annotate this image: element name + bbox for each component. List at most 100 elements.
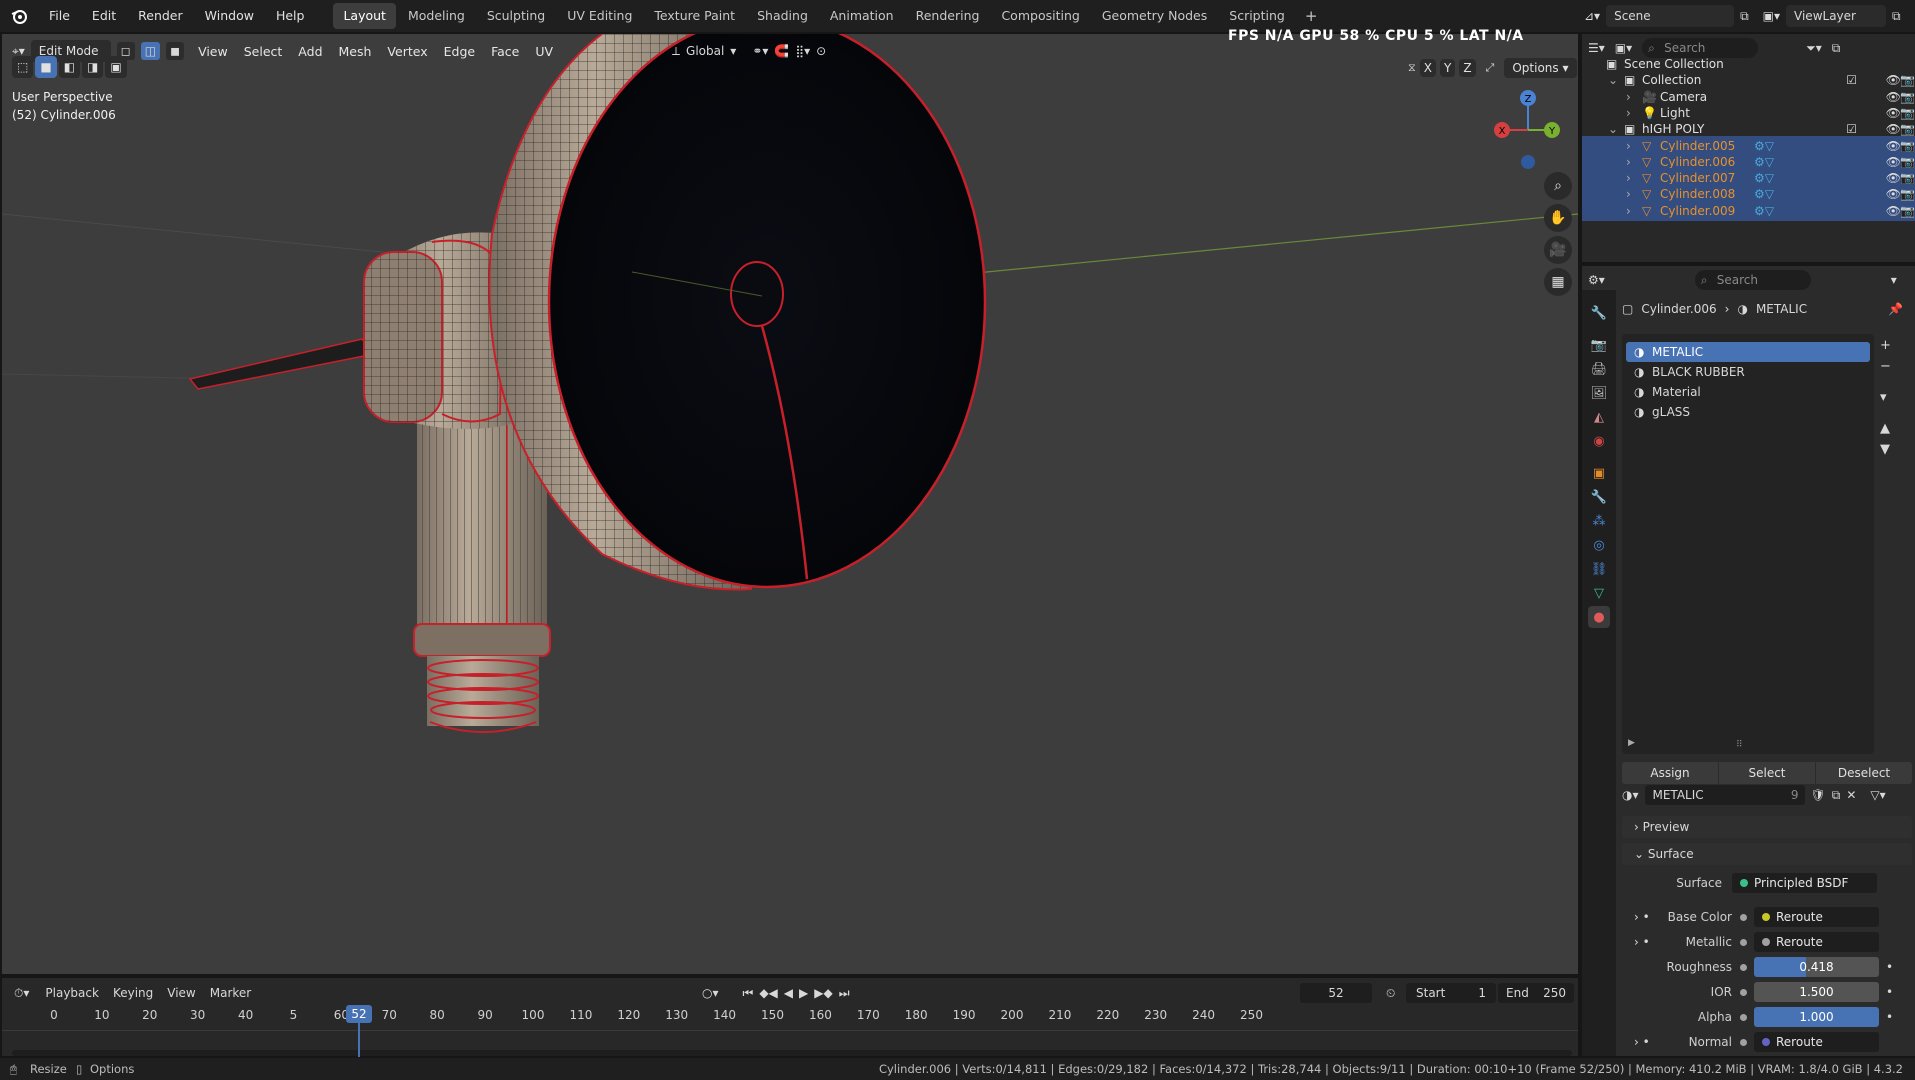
workspace-tab-modeling[interactable]: Modeling bbox=[398, 3, 475, 29]
keyframe-dot-icon[interactable]: • bbox=[1886, 981, 1893, 1003]
shader-input-field[interactable]: 1.000 bbox=[1754, 1007, 1879, 1027]
orientation-label[interactable]: Global bbox=[686, 44, 724, 58]
link-mode-icon[interactable]: ▽▾ bbox=[1870, 788, 1885, 802]
surface-panel-header[interactable]: ⌄ Surface bbox=[1622, 843, 1912, 865]
fake-user-icon[interactable]: 🛡 bbox=[1811, 788, 1826, 802]
face-select-icon[interactable]: ◼ bbox=[166, 42, 185, 60]
blender-logo-icon[interactable] bbox=[8, 5, 30, 27]
view-layer-tab-icon[interactable]: 🖼 bbox=[1588, 382, 1610, 404]
end-frame-field[interactable]: End 250 bbox=[1498, 983, 1574, 1003]
move-down-icon[interactable]: ▼ bbox=[1880, 442, 1891, 457]
tool-tab-icon[interactable]: 🔧 bbox=[1588, 302, 1610, 324]
mirror-icon[interactable]: ⧖ bbox=[1408, 61, 1416, 75]
menu-file[interactable]: File bbox=[38, 2, 81, 30]
viewport-menu-face[interactable]: Face bbox=[483, 44, 527, 59]
zoom-icon[interactable]: ⌕ bbox=[1544, 172, 1572, 200]
workspace-tab-uv-editing[interactable]: UV Editing bbox=[557, 3, 642, 29]
particles-tab-icon[interactable]: ⁂ bbox=[1588, 510, 1610, 532]
options-chevron-icon[interactable]: ▾ bbox=[1891, 273, 1897, 287]
select-button[interactable]: Select bbox=[1719, 762, 1815, 784]
shader-input-field[interactable]: Reroute bbox=[1754, 1032, 1879, 1052]
mirror-z[interactable]: Z bbox=[1459, 59, 1476, 77]
shader-input-field[interactable]: 1.500 bbox=[1754, 982, 1879, 1002]
snap-grid-icon[interactable]: ⣿▾ bbox=[795, 44, 810, 58]
ortho-grid-icon[interactable]: ▦ bbox=[1544, 268, 1572, 296]
material-browse-icon[interactable]: ◑▾ bbox=[1622, 788, 1639, 802]
auto-merge-icon[interactable]: ⤢ bbox=[1486, 61, 1495, 75]
select-subtract-icon[interactable]: ◨ bbox=[82, 56, 104, 78]
camera-render-icon[interactable]: 📷 bbox=[1900, 201, 1915, 221]
physics-tab-icon[interactable]: ◎ bbox=[1588, 534, 1610, 556]
modifier-tab-icon[interactable]: 🔧 bbox=[1588, 486, 1610, 508]
timeline-menu-view[interactable]: View bbox=[167, 986, 195, 1000]
slot-specials-icon[interactable]: ▾ bbox=[1880, 390, 1891, 405]
pin-icon[interactable]: 📌 bbox=[1888, 302, 1903, 316]
surface-shader-field[interactable]: Principled BSDF bbox=[1732, 873, 1877, 893]
jump-end-icon[interactable]: ⏭ bbox=[839, 986, 850, 1001]
menu-window[interactable]: Window bbox=[194, 2, 265, 30]
preview-range-icon[interactable]: ⏲ bbox=[1386, 986, 1395, 1001]
outliner-editor-icon[interactable]: ☰▾ bbox=[1588, 41, 1605, 55]
remove-slot-icon[interactable]: − bbox=[1880, 359, 1891, 374]
world-tab-icon[interactable]: ◉ bbox=[1588, 430, 1610, 452]
start-frame-field[interactable]: Start 1 bbox=[1406, 983, 1496, 1003]
material-tab-icon[interactable]: ● bbox=[1588, 606, 1610, 628]
play-icon[interactable]: ▶ bbox=[799, 986, 808, 1000]
outliner-row[interactable]: › ▽ Cylinder.009 👁 📷 ⚙▽ bbox=[1582, 200, 1915, 221]
play-reverse-icon[interactable]: ◀ bbox=[784, 986, 793, 1000]
prev-keyframe-icon[interactable]: ◆◀ bbox=[759, 986, 777, 1000]
menu-edit[interactable]: Edit bbox=[81, 2, 127, 30]
material-slot[interactable]: ◑ BLACK RUBBER bbox=[1626, 362, 1870, 382]
shader-input-field[interactable]: 0.418 bbox=[1754, 957, 1879, 977]
timeline-scrollbar[interactable] bbox=[12, 1050, 1572, 1056]
workspace-tab-scripting[interactable]: Scripting bbox=[1219, 3, 1295, 29]
jump-start-icon[interactable]: ⏮ bbox=[743, 986, 754, 1001]
viewport-menu-view[interactable]: View bbox=[190, 44, 236, 59]
workspace-tab-layout[interactable]: Layout bbox=[333, 3, 396, 29]
viewport-menu-add[interactable]: Add bbox=[290, 44, 330, 59]
snap-icon[interactable]: 🧲 bbox=[774, 44, 789, 58]
render-tab-icon[interactable]: 📷 bbox=[1588, 334, 1610, 356]
workspace-tab-texture-paint[interactable]: Texture Paint bbox=[644, 3, 745, 29]
preview-panel-header[interactable]: › Preview bbox=[1622, 816, 1912, 838]
keyframe-dot-icon[interactable]: • bbox=[1886, 956, 1893, 978]
display-mode-icon[interactable]: ▣▾ bbox=[1615, 41, 1632, 55]
timeline-menu-playback[interactable]: Playback bbox=[45, 986, 99, 1000]
viewport-menu-edge[interactable]: Edge bbox=[436, 44, 483, 59]
view-layer-field[interactable]: ViewLayer bbox=[1786, 5, 1887, 27]
camera-view-icon[interactable]: 🎥 bbox=[1544, 236, 1572, 264]
properties-search-input[interactable]: ⌕ Search bbox=[1694, 270, 1811, 290]
workspace-tab-sculpting[interactable]: Sculpting bbox=[477, 3, 555, 29]
viewport-menu-mesh[interactable]: Mesh bbox=[331, 44, 380, 59]
chevron-right-icon[interactable]: › • bbox=[1634, 931, 1650, 953]
material-slot[interactable]: ◑ METALIC bbox=[1626, 342, 1870, 362]
chevron-right-icon[interactable]: › • bbox=[1634, 1031, 1650, 1053]
next-keyframe-icon[interactable]: ▶◆ bbox=[814, 986, 832, 1000]
eye-icon[interactable]: 👁 bbox=[1886, 201, 1901, 221]
select-intersect-icon[interactable]: ▣ bbox=[105, 56, 127, 78]
orientation-icon[interactable]: ⟂ bbox=[672, 44, 680, 59]
view-layer-icon[interactable]: ▣▾ bbox=[1763, 9, 1780, 23]
navigation-gizmo[interactable]: Z X Y bbox=[1490, 86, 1570, 176]
workspace-tab-geometry-nodes[interactable]: Geometry Nodes bbox=[1092, 3, 1217, 29]
workspace-tab-compositing[interactable]: Compositing bbox=[991, 3, 1089, 29]
add-slot-icon[interactable]: + bbox=[1880, 338, 1891, 353]
viewport-menu-vertex[interactable]: Vertex bbox=[379, 44, 435, 59]
constraints-tab-icon[interactable]: ⛓ bbox=[1588, 558, 1610, 580]
select-extend-icon[interactable]: ◧ bbox=[58, 56, 81, 78]
options-button[interactable]: Options ▾ bbox=[1504, 58, 1577, 78]
shader-input-field[interactable]: Reroute bbox=[1754, 907, 1879, 927]
resize-grip-icon[interactable]: ⠿ bbox=[1736, 740, 1743, 750]
properties-editor-icon[interactable]: ⚙▾ bbox=[1588, 273, 1605, 287]
select-new-icon[interactable]: ■ bbox=[35, 56, 57, 78]
unlink-material-icon[interactable]: ✕ bbox=[1846, 788, 1856, 802]
scene-field[interactable]: Scene bbox=[1606, 5, 1735, 27]
menu-help[interactable]: Help bbox=[265, 2, 316, 30]
object-tab-icon[interactable]: ▣ bbox=[1588, 462, 1610, 484]
current-frame-field[interactable]: 52 bbox=[1300, 983, 1372, 1003]
menu-render[interactable]: Render bbox=[127, 2, 194, 30]
edge-select-icon[interactable]: ◫ bbox=[140, 42, 161, 60]
workspace-tab-rendering[interactable]: Rendering bbox=[906, 3, 990, 29]
data-tab-icon[interactable]: ▽ bbox=[1588, 582, 1610, 604]
playhead-line[interactable] bbox=[358, 1023, 360, 1057]
